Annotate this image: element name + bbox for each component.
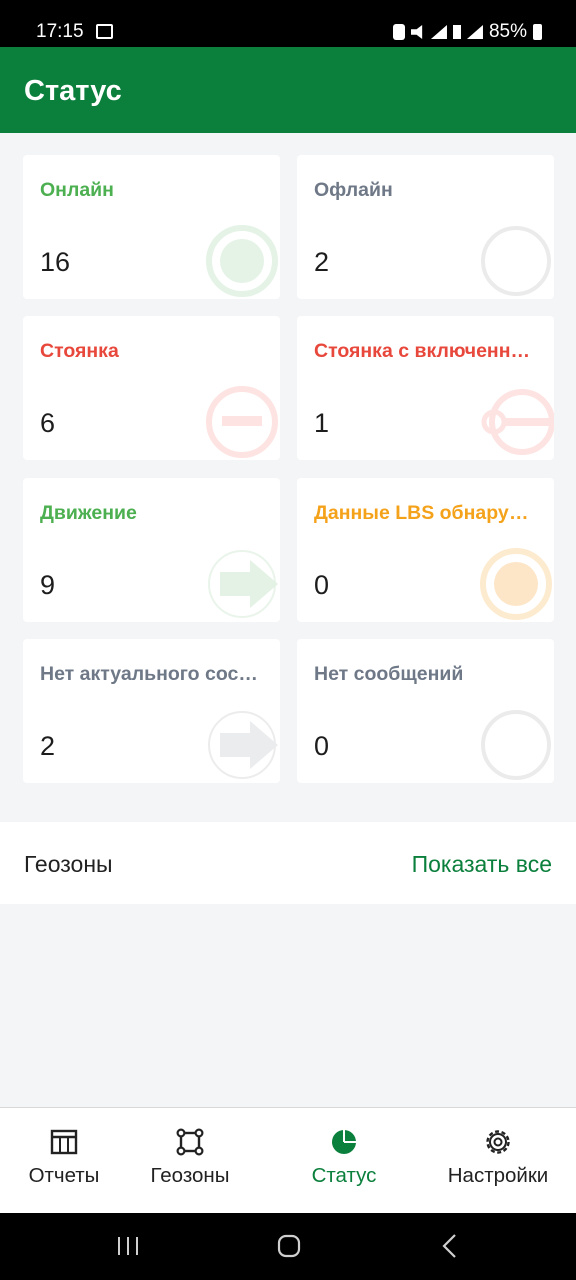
nav-item-status[interactable]: Статус — [272, 1108, 416, 1214]
lbs-dot-icon — [480, 548, 552, 620]
card-label: Данные LBS обнаружены — [314, 502, 536, 524]
bottom-navigation: Отчеты Геозоны Статус Настройки — [0, 1107, 576, 1213]
status-card-offline[interactable]: Офлайн 2 — [297, 155, 554, 299]
online-circle-icon — [206, 225, 278, 297]
signal-icon — [430, 25, 447, 39]
status-card-parking-ignition[interactable]: Стоянка с включенным зажиганием 1 — [297, 316, 554, 460]
nav-label: Геозоны — [150, 1164, 230, 1187]
card-label: Офлайн — [314, 179, 393, 201]
gallery-notification-icon — [96, 24, 113, 39]
geozones-label: Геозоны — [24, 851, 113, 877]
card-value: 6 — [40, 408, 56, 438]
status-card-moving[interactable]: Движение 9 — [23, 478, 280, 622]
status-pie-icon — [332, 1130, 356, 1154]
home-icon[interactable] — [277, 1234, 301, 1258]
card-label: Нет актуального состояния — [40, 663, 262, 685]
page-title: Статус — [24, 75, 122, 107]
nav-item-settings[interactable]: Настройки — [426, 1108, 570, 1214]
card-label: Движение — [40, 502, 137, 524]
back-icon[interactable] — [440, 1233, 460, 1259]
offline-circle-icon — [481, 226, 551, 296]
settings-gear-icon — [486, 1130, 510, 1154]
reports-table-icon — [50, 1129, 78, 1155]
status-card-no-state[interactable]: Нет актуального состояния 2 — [23, 639, 280, 783]
recent-apps-icon[interactable] — [116, 1235, 140, 1257]
nav-label: Статус — [311, 1164, 377, 1187]
card-value: 9 — [40, 570, 56, 600]
card-value: 0 — [314, 570, 330, 600]
battery-percent: 85% — [488, 21, 527, 42]
battery-saver-icon — [392, 24, 405, 40]
card-label: Стоянка — [40, 340, 119, 362]
data-transfer-icon — [452, 25, 461, 39]
card-value: 2 — [314, 247, 330, 277]
status-card-no-messages[interactable]: Нет сообщений 0 — [297, 639, 554, 783]
nav-label: Настройки — [447, 1164, 549, 1187]
card-label: Онлайн — [40, 179, 114, 201]
no-messages-circle-icon — [481, 710, 551, 780]
card-value: 0 — [314, 731, 330, 761]
status-time: 17:15 — [36, 21, 84, 42]
card-value: 16 — [40, 247, 71, 277]
moving-arrow-icon — [208, 550, 278, 618]
parking-key-icon — [481, 389, 554, 455]
status-card-parking[interactable]: Стоянка 6 — [23, 316, 280, 460]
card-value: 2 — [40, 731, 56, 761]
show-all-link[interactable]: Показать все — [412, 850, 552, 878]
system-status-bar: 17:15 85% — [0, 0, 576, 47]
no-state-arrow-icon — [208, 711, 278, 779]
signal-icon-2 — [466, 25, 483, 39]
mute-icon — [410, 25, 423, 39]
status-card-lbs[interactable]: Данные LBS обнаружены 0 — [297, 478, 554, 622]
status-card-online[interactable]: Онлайн 16 — [23, 155, 280, 299]
status-icons: 85% — [392, 20, 542, 44]
nav-item-reports[interactable]: Отчеты — [0, 1108, 136, 1214]
card-label: Стоянка с включенным зажиганием — [314, 340, 536, 362]
parking-minus-icon — [206, 386, 278, 458]
card-label: Нет сообщений — [314, 663, 464, 685]
geozones-section: Геозоны Показать все — [0, 822, 576, 904]
battery-icon — [533, 24, 542, 40]
geozone-square-icon — [176, 1128, 204, 1156]
nav-item-geozones[interactable]: Геозоны — [118, 1108, 262, 1214]
app-bar: Статус — [0, 47, 576, 133]
system-navigation-bar — [0, 1213, 576, 1280]
card-value: 1 — [314, 408, 330, 438]
